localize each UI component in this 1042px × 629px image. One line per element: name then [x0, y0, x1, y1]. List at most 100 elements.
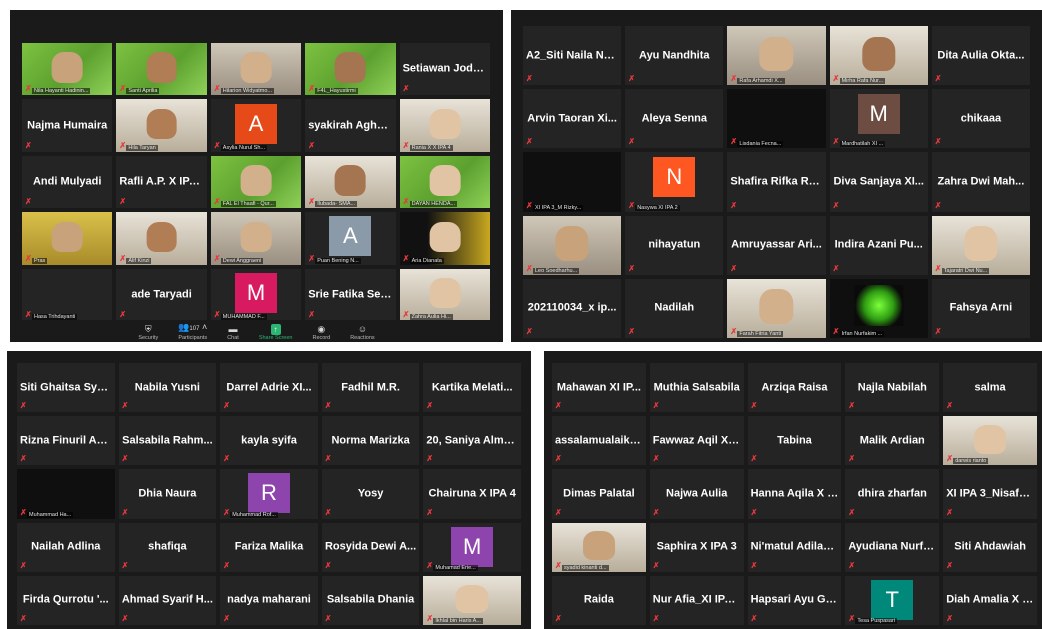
participant-tile[interactable]: ✗ Rafa Arhamdi X...	[727, 26, 826, 86]
participant-tile[interactable]: Shafira Rifka Ra... ✗	[727, 152, 826, 212]
participant-tile[interactable]: ✗ Pras	[22, 212, 113, 265]
participant-tile[interactable]: Siti Ahdawiah ✗	[943, 522, 1037, 572]
participant-tile[interactable]: ✗ Leo Soedharhu...	[523, 215, 622, 275]
participant-tile[interactable]: Ayudiana Nurfa... ✗	[845, 522, 940, 572]
participant-tile[interactable]: Nailah Adlina ✗	[17, 522, 115, 572]
participant-tile[interactable]: Arziqa Raisa ✗	[747, 363, 842, 413]
participant-tile[interactable]: Nur Afia_XI IPA 2 ✗	[649, 575, 744, 625]
participant-tile[interactable]: ✗ Santi Aprilia	[116, 43, 207, 96]
participant-tile[interactable]: Nabila Yusni ✗	[118, 363, 217, 413]
participant-tile[interactable]: Hapsari Ayu Gal... ✗	[747, 575, 842, 625]
participant-tile[interactable]: ✗ Alif Kinzi	[116, 212, 207, 265]
participant-tile[interactable]: ✗ Aria Dianata	[399, 212, 490, 265]
participant-tile[interactable]: Dhia Naura ✗	[118, 469, 217, 519]
participant-tile[interactable]: Firda Qurrotu '... ✗	[17, 575, 115, 625]
participant-tile[interactable]: T ✗ Tesa Puspasari	[845, 575, 940, 625]
participant-tile[interactable]: dhira zharfan ✗	[845, 469, 940, 519]
share-screen-button[interactable]: ↑ Share Screen	[259, 324, 292, 341]
participants-button[interactable]: 👥107 ˄ Participants	[178, 322, 207, 341]
participant-tile[interactable]: M ✗ MUHAMMAD F...	[210, 268, 302, 321]
participant-tile[interactable]: Diva Sanjaya XI... ✗	[829, 152, 928, 212]
participant-tile[interactable]: ✗ Lisdania Fecna...	[727, 89, 826, 149]
participant-tile[interactable]: ✗ Hasa Trihdayanti	[22, 268, 113, 321]
participant-tile[interactable]: Aleya Senna ✗	[625, 89, 724, 149]
chat-button[interactable]: ▬ Chat	[227, 324, 239, 341]
participant-tile[interactable]: 20, Saniya Alma... ✗	[423, 416, 521, 466]
participant-tile[interactable]: Najla Nabilah ✗	[845, 363, 940, 413]
participant-tile[interactable]: ✗ Ilubada- SMA...	[305, 155, 396, 209]
participant-tile[interactable]: A ✗ Asylia Nurul Sh...	[210, 99, 302, 152]
participant-tile[interactable]: assalamualaikum ✗	[552, 416, 646, 466]
participant-tile[interactable]: Dita Aulia Okta... ✗	[931, 26, 1030, 86]
participant-tile[interactable]: Saphira X IPA 3 ✗	[649, 522, 744, 572]
participant-tile[interactable]: Fariza Malika ✗	[220, 522, 318, 572]
participant-tile[interactable]: ✗ Dewi Anggraeni	[210, 212, 302, 265]
reactions-button[interactable]: ☺ Reactions	[350, 324, 374, 341]
participant-tile[interactable]: Andi Mulyadi ✗	[22, 155, 113, 209]
participant-tile[interactable]: R ✗ Muhammad Rof...	[220, 469, 318, 519]
participant-tile[interactable]: Darrel Adrie XI... ✗	[220, 363, 318, 413]
participant-tile[interactable]: Malik Ardian ✗	[845, 416, 940, 466]
participant-tile[interactable]: Fahsya Arni ✗	[931, 278, 1030, 338]
participant-tile[interactable]: Diah Amalia X I... ✗	[943, 575, 1037, 625]
participant-tile[interactable]: 202110034_x ip... ✗	[523, 278, 622, 338]
participant-tile[interactable]: ✗ Nila Hayanti Hadinin...	[22, 43, 113, 96]
participant-tile[interactable]: Dimas Palatal ✗	[552, 469, 646, 519]
participant-tile[interactable]: ✗ Irfan Nurfakim ...	[829, 278, 928, 338]
participant-tile[interactable]: Arvin Taoran Xi... ✗	[523, 89, 622, 149]
participant-tile[interactable]: Fadhil M.R. ✗	[321, 363, 420, 413]
participant-tile[interactable]: M ✗ Muhamad Erie...	[423, 522, 521, 572]
participant-tile[interactable]: Muthia Salsabila ✗	[649, 363, 744, 413]
participant-tile[interactable]: Siti Ghaitsa Sya... ✗	[17, 363, 115, 413]
participant-tile[interactable]: Mahawan XI IP... ✗	[552, 363, 646, 413]
participant-tile[interactable]: shafiqa ✗	[118, 522, 217, 572]
participant-tile[interactable]: ✗ syadid kinanti d...	[552, 522, 646, 572]
participant-tile[interactable]: Setiawan Jody p ✗	[399, 43, 490, 96]
participant-tile[interactable]: ✗ FAL El Thaafi - Qur...	[210, 155, 302, 209]
participant-tile[interactable]: A2_Siti Naila Na... ✗	[523, 26, 622, 86]
participant-tile[interactable]: ✗ F4L_Hayustirmi	[305, 43, 396, 96]
participant-tile[interactable]: Ayu Nandhita ✗	[625, 26, 724, 86]
record-button[interactable]: ◉ Record	[312, 324, 330, 341]
participant-tile[interactable]: ✗ Mirha Rafa Nur...	[829, 26, 928, 86]
participant-tile[interactable]: Ahmad Syarif H... ✗	[118, 575, 217, 625]
participant-tile[interactable]: A ✗ Puan Bening N...	[305, 212, 396, 265]
participant-tile[interactable]: Rizna Finuril Au... ✗	[17, 416, 115, 466]
participant-tile[interactable]: syakirah Aghniy... ✗	[305, 99, 396, 152]
participant-tile[interactable]: Indira Azani Pu... ✗	[829, 215, 928, 275]
participant-tile[interactable]: ✗ Ikhlal bin Haris A...	[423, 575, 521, 625]
participant-tile[interactable]: Zahra Dwi Mah... ✗	[931, 152, 1030, 212]
participant-tile[interactable]: ✗ Muhammad Ha...	[17, 469, 115, 519]
participant-tile[interactable]: ✗ Zahra Aulia Hi...	[399, 268, 490, 321]
participant-tile[interactable]: ade Taryadi ✗	[116, 268, 207, 321]
participant-tile[interactable]: Nadilah ✗	[625, 278, 724, 338]
participant-tile[interactable]: chikaaa ✗	[931, 89, 1030, 149]
participant-tile[interactable]: ✗ Hila Taryan	[116, 99, 207, 152]
participant-tile[interactable]: ✗ Farah Fitria Yanti	[727, 278, 826, 338]
participant-tile[interactable]: N ✗ Nasywa XI IPA 2	[625, 152, 724, 212]
participant-tile[interactable]: M ✗ Mardhatilah XI ...	[829, 89, 928, 149]
participant-tile[interactable]: salma ✗	[943, 363, 1037, 413]
participant-tile[interactable]: nadya maharani ✗	[220, 575, 318, 625]
security-button[interactable]: ⛨ Security	[138, 324, 158, 341]
participant-tile[interactable]: ✗ Rania X X IPA 4	[399, 99, 490, 152]
participant-tile[interactable]: Raida ✗	[552, 575, 646, 625]
participant-tile[interactable]: Chairuna X IPA 4 ✗	[423, 469, 521, 519]
participant-tile[interactable]: Srie Fatika Sety... ✗	[305, 268, 396, 321]
participant-tile[interactable]: Ni'matul Adilah... ✗	[747, 522, 842, 572]
participant-tile[interactable]: Rafli A.P. X IPA 4 ✗	[116, 155, 207, 209]
participant-tile[interactable]: Fawwaz Aqil X I... ✗	[649, 416, 744, 466]
participant-tile[interactable]: Norma Marizka ✗	[321, 416, 420, 466]
participant-tile[interactable]: ✗ DAYAN HENDA...	[399, 155, 490, 209]
participant-tile[interactable]: nihayatun ✗	[625, 215, 724, 275]
participant-tile[interactable]: XI IPA 3_Nisafat... ✗	[943, 469, 1037, 519]
participant-tile[interactable]: Salsabila Dhania ✗	[321, 575, 420, 625]
participant-tile[interactable]: Najma Humaira ✗	[22, 99, 113, 152]
participant-tile[interactable]: Tabina ✗	[747, 416, 842, 466]
participant-tile[interactable]: kayla syifa ✗	[220, 416, 318, 466]
participant-tile[interactable]: ✗ darwis rianto	[943, 416, 1037, 466]
participant-tile[interactable]: ✗ Tajaratri Dwi Nu...	[931, 215, 1030, 275]
participant-tile[interactable]: Rosyida Dewi A... ✗	[321, 522, 420, 572]
participant-tile[interactable]: Salsabila Rahm... ✗	[118, 416, 217, 466]
participant-tile[interactable]: Najwa Aulia ✗	[649, 469, 744, 519]
